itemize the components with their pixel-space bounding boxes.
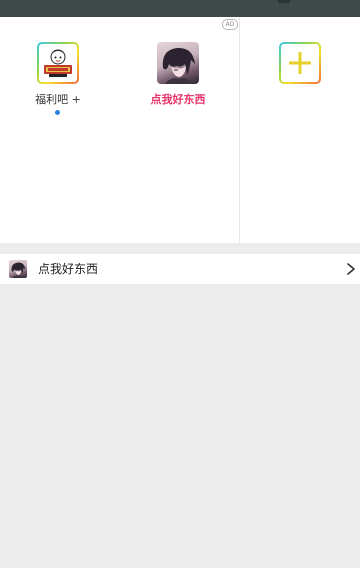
anime-avatar-icon (157, 42, 199, 84)
vertical-divider (239, 17, 240, 243)
anime-avatar-icon (9, 260, 27, 278)
plus-icon (279, 42, 321, 84)
ad-badge: AD (222, 19, 238, 30)
list-item-label: 点我好东西 (38, 262, 99, 276)
list-item[interactable]: 点我好东西 (0, 254, 360, 284)
app-label: 点我好东西 (150, 93, 206, 106)
chevron-right-icon (347, 263, 355, 275)
app-label: 福利吧 + (35, 93, 81, 106)
status-indicator (278, 0, 290, 3)
welfare-bar-icon (37, 42, 79, 84)
add-app-button[interactable] (279, 42, 321, 84)
app-welfare-bar[interactable]: 福利吧 + (35, 42, 81, 106)
status-bar (0, 0, 360, 17)
shortcut-panel: AD 福利吧 + 点我好东西 (0, 17, 360, 243)
page-indicator-dot (55, 110, 60, 115)
app-good-stuff[interactable]: 点我好东西 (151, 42, 206, 106)
